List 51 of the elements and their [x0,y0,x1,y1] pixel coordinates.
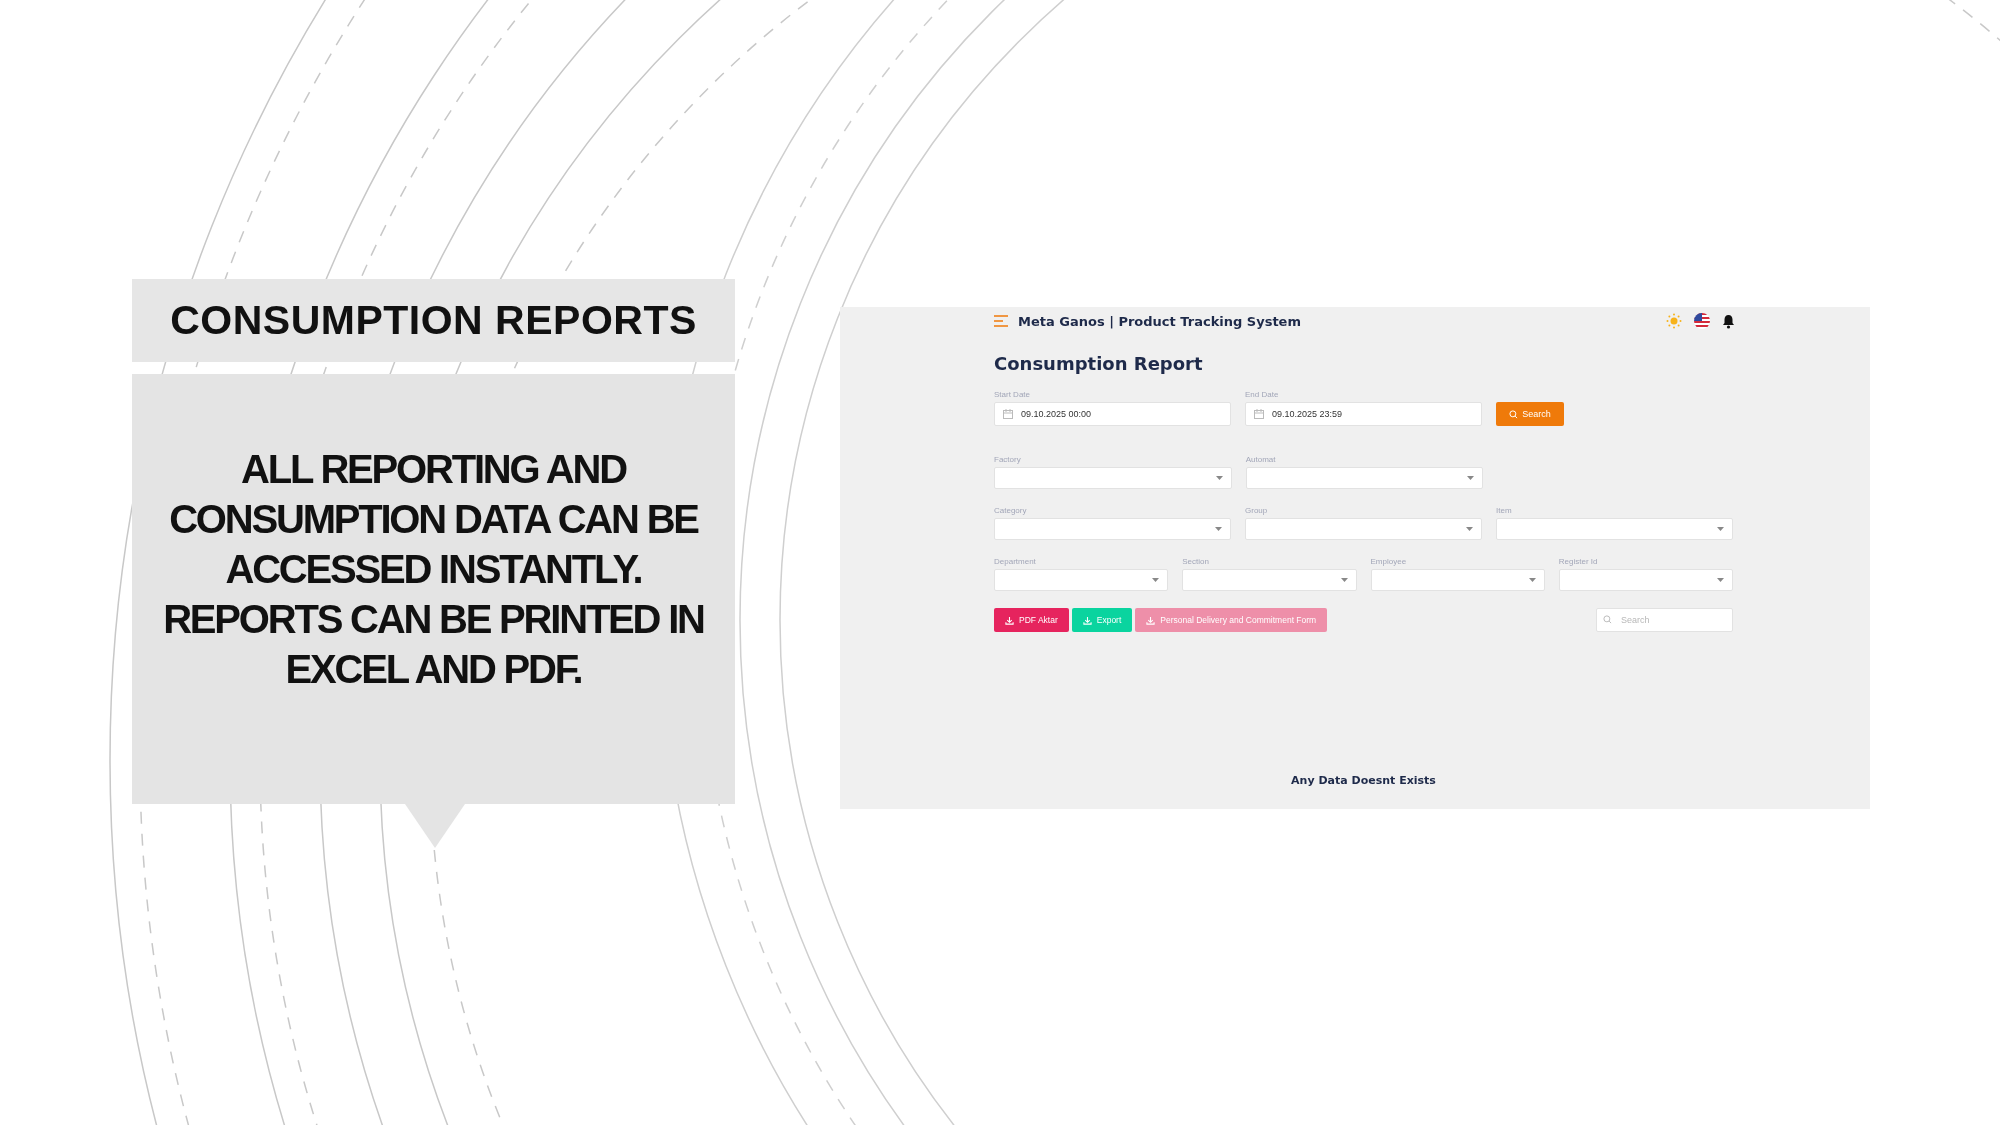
select-field[interactable] [994,569,1169,591]
caret-icon [1215,527,1222,531]
select-field[interactable] [1558,569,1733,591]
field-label: Item [1496,506,1513,515]
slide-title: CONSUMPTION REPORTS [132,279,735,362]
bell-icon[interactable] [1722,313,1735,329]
field-label: Start Date [994,390,1031,399]
field-label: Employee [1370,557,1408,566]
select-field[interactable] [994,518,1231,540]
caret-icon [1340,578,1348,582]
download-button[interactable]: Personal Delivery and Commitment Form [1135,608,1328,632]
date-field[interactable]: 09.10.2025 23:59 [1245,402,1482,426]
menu-icon[interactable] [994,315,1008,327]
search-icon [1509,409,1519,419]
app-title: Meta Ganos | Product Tracking System [1018,313,1301,329]
select-field[interactable] [1370,569,1545,591]
download-icon [1005,615,1014,625]
caret-icon [1466,527,1473,531]
field-label: Factory [994,455,1022,464]
field-label: Department [994,557,1037,566]
search-field[interactable]: Search [1596,608,1733,632]
search-button[interactable]: Search [1496,402,1564,426]
field-label: Group [1245,506,1269,515]
download-icon [1146,615,1156,625]
caret-icon [1528,578,1536,582]
field-label: Section [1182,557,1210,566]
empty-message: Any Data Doesnt Exists [1290,774,1437,787]
caret-icon [1152,578,1160,582]
flag-icon[interactable] [1694,313,1710,329]
select-field[interactable] [1496,518,1733,540]
download-button[interactable]: PDF Aktar [994,608,1069,632]
field-label: End Date [1245,390,1280,399]
callout-text: ALL REPORTING AND CONSUMPTION DATA CAN BE ACCESSED INSTANTLY. REPORTS CAN BE PRINTED IN EXCEL AND PDF. [163,447,704,691]
calendar-icon [1003,409,1013,419]
field-label: Register Id [1558,557,1599,566]
caret-icon [1717,527,1724,531]
date-field[interactable]: 09.10.2025 00:00 [994,402,1231,426]
select-field[interactable] [1245,518,1482,540]
download-icon [1082,615,1092,625]
select-field[interactable] [1245,467,1484,489]
select-field[interactable] [1182,569,1357,591]
sun-icon[interactable] [1666,313,1682,329]
select-field[interactable] [994,467,1232,489]
caret-icon [1467,476,1475,480]
caret-icon [1215,476,1223,480]
page-heading: Consumption Report [994,353,1204,374]
calendar-icon [1254,409,1264,419]
caret-icon [1717,578,1724,582]
field-label: Automat [1245,455,1277,464]
field-label: Category [994,506,1028,515]
search-icon [1603,615,1612,624]
